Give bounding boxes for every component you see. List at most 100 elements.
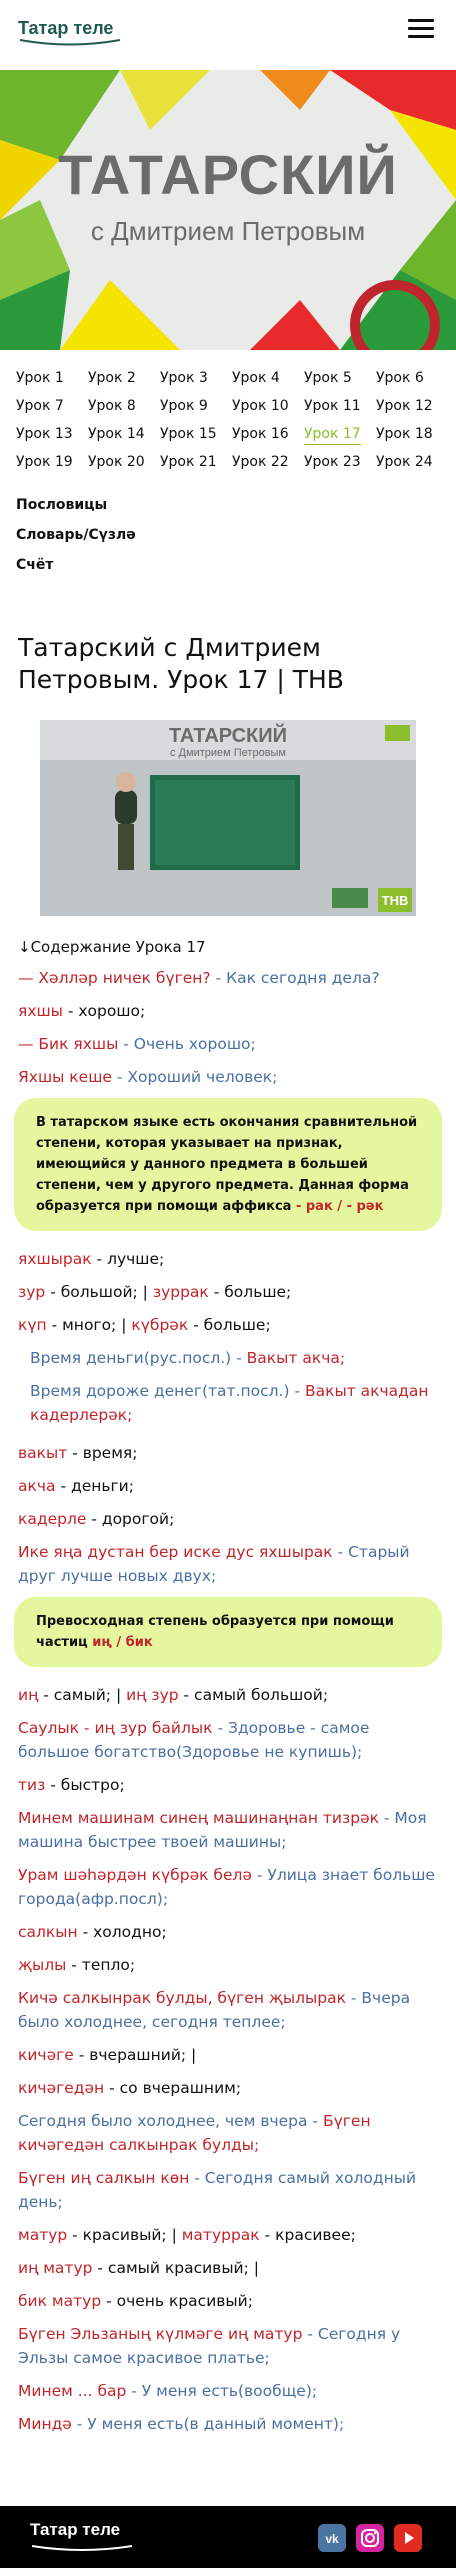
- phrase-text: Вакыт акча;: [246, 1349, 346, 1367]
- lesson-link[interactable]: Урок 18: [376, 420, 448, 448]
- lesson-link[interactable]: Урок 5: [304, 364, 376, 392]
- phrase-text: кадерле: [18, 1510, 87, 1528]
- lesson-link[interactable]: Урок 20: [88, 448, 160, 476]
- phrase-text: Превосходная степень образуется при помо…: [36, 1614, 394, 1650]
- phrase-text: - больше;: [188, 1316, 271, 1334]
- lesson-link[interactable]: Урок 22: [232, 448, 304, 476]
- site-logo[interactable]: Татар теле: [18, 18, 122, 47]
- phrase-line: вакыт - время;: [18, 1441, 442, 1465]
- phrase-line: иң матур - самый красивый; |: [18, 2256, 442, 2280]
- phrase-text: - Очень хорошо;: [118, 1035, 256, 1053]
- menu-counting[interactable]: Счёт: [16, 550, 456, 580]
- svg-text:vk: vk: [325, 2532, 339, 2546]
- phrase-line: матур - красивый; | матуррак - красивее;: [18, 2223, 442, 2247]
- lesson-link[interactable]: Урок 2: [88, 364, 160, 392]
- phrase-line: Минем машинам синең машинаңнан тизрәк - …: [18, 1806, 442, 1854]
- lesson-link[interactable]: Урок 6: [376, 364, 448, 392]
- phrase-text: - большой; |: [45, 1283, 153, 1301]
- phrase-text: - хорошо;: [62, 1002, 146, 1020]
- lesson-content: — Хәлләр ничек бүген? - Как сегодня дела…: [0, 956, 456, 2436]
- phrase-text: җылы: [18, 1956, 67, 1974]
- phrase-line: кичәге - вчерашний; |: [18, 2043, 442, 2067]
- video-thumbnail: ТАТАРСКИЙ с Дмитрием Петровым ТНВ: [40, 720, 416, 916]
- phrase-line: Бүген Эльзаның күлмәге иң матур - Сегодн…: [18, 2322, 442, 2370]
- site-header: Татар теле: [0, 0, 456, 70]
- footer-logo[interactable]: Татар теле: [30, 2520, 120, 2540]
- phrase-line: иң - самый; | иң зур - самый большой;: [18, 1683, 442, 1707]
- phrase-line: Кичә салкынрак булды, бүген җылырак - Вч…: [18, 1986, 442, 2034]
- phrase-text: - красивее;: [259, 2226, 356, 2244]
- lesson-link[interactable]: Урок 15: [160, 420, 232, 448]
- phrase-text: күбрәк: [131, 1316, 189, 1334]
- phrase-line: тиз - быстро;: [18, 1773, 442, 1797]
- grammar-note: В татарском языке есть окончания сравнит…: [14, 1098, 442, 1231]
- phrase-text: - У меня есть(вообще);: [126, 2382, 318, 2400]
- phrase-line: зур - большой; | зуррак - больше;: [18, 1280, 442, 1304]
- phrase-text: - быстро;: [45, 1776, 125, 1794]
- lesson-link[interactable]: Урок 16: [232, 420, 304, 448]
- phrase-text: Время деньги(рус.посл.) -: [30, 1349, 247, 1367]
- menu-proverbs[interactable]: Пословицы: [16, 490, 456, 520]
- phrase-line: — Бик яхшы - Очень хорошо;: [18, 1032, 442, 1056]
- phrase-line: акча - деньги;: [18, 1474, 442, 1498]
- phrase-text: иң зур: [126, 1686, 179, 1704]
- lesson-link[interactable]: Урок 1: [16, 364, 88, 392]
- phrase-text: - очень красивый;: [101, 2292, 253, 2310]
- phrase-text: - тепло;: [66, 1956, 136, 1974]
- arrow-down-icon: ↓: [18, 938, 31, 956]
- phrase-text: Время дороже денег(тат.посл.) -: [30, 1382, 305, 1400]
- lesson-link[interactable]: Урок 3: [160, 364, 232, 392]
- instagram-icon[interactable]: [356, 2524, 384, 2552]
- lesson-link[interactable]: Урок 12: [376, 392, 448, 420]
- phrase-text: - вчерашний; |: [73, 2046, 197, 2064]
- lesson-link[interactable]: Урок 24: [376, 448, 448, 476]
- phrase-text: - самый; |: [38, 1686, 127, 1704]
- phrase-text: Миндә: [18, 2415, 72, 2433]
- phrase-text: тиз: [18, 1776, 46, 1794]
- phrase-text: яхшырак: [18, 1250, 92, 1268]
- phrase-text: Сегодня было холоднее, чем вчера -: [18, 2112, 323, 2130]
- lesson-link[interactable]: Урок 7: [16, 392, 88, 420]
- lesson-link[interactable]: Урок 4: [232, 364, 304, 392]
- phrase-text: Бүген Эльзаның күлмәге иң матур: [18, 2325, 303, 2343]
- phrase-line: яхшырак - лучше;: [18, 1247, 442, 1271]
- phrase-text: Ике яңа дустан бер иске дус яхшырак: [18, 1543, 333, 1561]
- phrase-line: җылы - тепло;: [18, 1953, 442, 1977]
- site-footer: Татар теле vk: [0, 2506, 456, 2568]
- video-title: ТАТАРСКИЙ: [169, 723, 287, 747]
- youtube-icon[interactable]: [394, 2524, 422, 2552]
- phrase-line: күп - много; | күбрәк - больше;: [18, 1313, 442, 1337]
- toc-toggle[interactable]: ↓Содержание Урока 17: [18, 938, 456, 956]
- phrase-text: - красивый; |: [67, 2226, 182, 2244]
- logo-text: Татар теле: [18, 18, 114, 38]
- phrase-text: зур: [18, 1283, 46, 1301]
- lesson-link[interactable]: Урок 14: [88, 420, 160, 448]
- video-player[interactable]: ТАТАРСКИЙ с Дмитрием Петровым ТНВ: [40, 720, 416, 916]
- phrase-line: Ике яңа дустан бер иске дус яхшырак - Ст…: [18, 1540, 442, 1588]
- lesson-link[interactable]: Урок 21: [160, 448, 232, 476]
- vk-icon[interactable]: vk: [318, 2524, 346, 2552]
- lesson-link[interactable]: Урок 9: [160, 392, 232, 420]
- phrase-text: - больше;: [208, 1283, 292, 1301]
- hero-background-art: [0, 70, 456, 350]
- lesson-link[interactable]: Урок 13: [16, 420, 88, 448]
- lesson-link[interactable]: Урок 17: [304, 420, 376, 448]
- phrase-text: - холодно;: [77, 1923, 167, 1941]
- lesson-link[interactable]: Урок 8: [88, 392, 160, 420]
- phrase-text: - время;: [67, 1444, 138, 1462]
- phrase-text: Саулык - иң зур байлык: [18, 1719, 213, 1737]
- secondary-menu: Пословицы Словарь/Сүзлә Счёт: [0, 476, 456, 580]
- phrase-line: бик матур - очень красивый;: [18, 2289, 442, 2313]
- menu-dictionary[interactable]: Словарь/Сүзлә: [16, 520, 456, 550]
- lesson-link[interactable]: Урок 10: [232, 392, 304, 420]
- phrase-line: кадерле - дорогой;: [18, 1507, 442, 1531]
- grammar-note: Превосходная степень образуется при помо…: [14, 1597, 442, 1667]
- phrase-text: матуррак: [181, 2226, 260, 2244]
- phrase-line: Минем ... бар - У меня есть(вообще);: [18, 2379, 442, 2403]
- lesson-link[interactable]: Урок 23: [304, 448, 376, 476]
- lesson-link[interactable]: Урок 19: [16, 448, 88, 476]
- phrase-text: - самый красивый; |: [92, 2259, 259, 2277]
- hamburger-menu-icon[interactable]: [408, 14, 434, 40]
- lesson-link[interactable]: Урок 11: [304, 392, 376, 420]
- phrase-line: Время деньги(рус.посл.) - Вакыт акча;: [18, 1346, 442, 1370]
